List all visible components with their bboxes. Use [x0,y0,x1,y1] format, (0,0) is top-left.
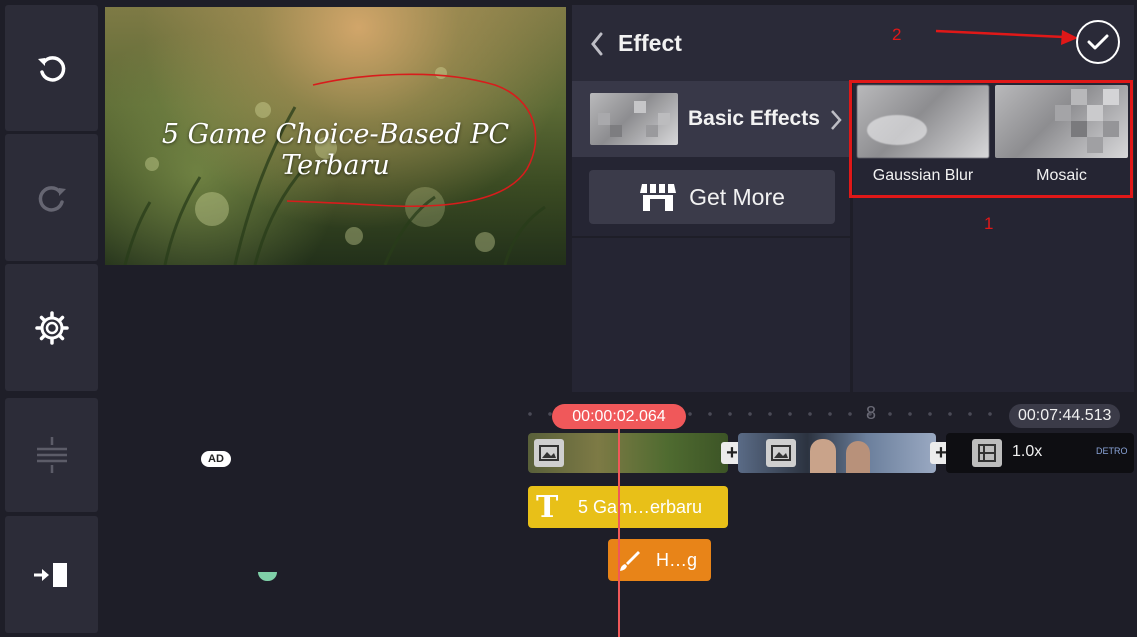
annotation-number-1: 1 [984,214,994,233]
undo-button[interactable] [5,5,98,131]
ad-badge: AD [201,451,231,467]
film-icon [972,439,1002,467]
category-divider [572,236,850,238]
handwriting-layer-clip[interactable]: H…g [608,539,711,581]
ruler-marker: 8 [866,403,877,423]
effect-panel-title: Effect [618,30,682,56]
check-icon [1087,34,1109,50]
redo-button[interactable] [5,134,98,261]
video-clip-2[interactable] [738,433,936,473]
back-icon[interactable] [590,32,604,56]
effect-mosaic[interactable]: Mosaic [995,85,1128,191]
video-title-label: DETRO [1096,446,1128,456]
image-icon [766,439,796,467]
annotation-arrow [935,29,1078,45]
undo-icon [37,56,65,82]
export-button[interactable] [5,516,98,633]
get-more-button[interactable]: Get More [589,170,835,224]
video-clip-3[interactable]: 1.0x DETRO [946,433,1134,473]
text-layer-label: 5 Gam…erbaru [578,497,703,517]
export-icon [33,562,67,587]
align-layers-icon [36,437,67,473]
settings-button[interactable] [5,264,98,391]
handwriting-layer-label: H…g [656,550,698,570]
person-thumbnail [846,441,870,473]
brush-icon [620,551,640,571]
align-layers-button[interactable] [5,398,98,512]
gaussian-blur-thumbnail [857,85,989,158]
store-icon [640,184,677,211]
category-thumbnail [590,93,678,145]
image-icon [534,439,564,467]
person-thumbnail [810,439,836,473]
effect-label: Gaussian Blur [872,167,974,184]
video-clip-1[interactable] [528,433,728,473]
text-type-icon: T [536,490,559,525]
chevron-right-icon [831,110,842,130]
mosaic-thumbnail [995,85,1128,158]
video-preview[interactable]: 5 Game Choice-Based PC Terbaru [105,7,566,265]
redo-icon [38,185,66,212]
handwriting-annotation [286,73,537,208]
total-time: 00:07:44.513 [1009,404,1121,428]
current-time[interactable]: 00:00:02.064 [552,404,686,429]
speed-label: 1.0x [1012,443,1043,460]
category-basic-effects[interactable]: Basic Effects [572,81,850,157]
effect-panel-header: Effect 2 [572,5,1134,81]
annotation-number-2: 2 [892,25,902,44]
category-label: Basic Effects [688,107,820,130]
playhead-line[interactable] [618,404,620,637]
effect-label: Mosaic [1036,167,1087,184]
apply-button[interactable] [1076,20,1120,64]
get-more-label: Get More [689,183,785,210]
effect-gaussian-blur[interactable]: Gaussian Blur [857,85,989,191]
text-layer-clip[interactable]: T 5 Gam…erbaru [528,486,728,528]
gear-icon [34,310,69,345]
